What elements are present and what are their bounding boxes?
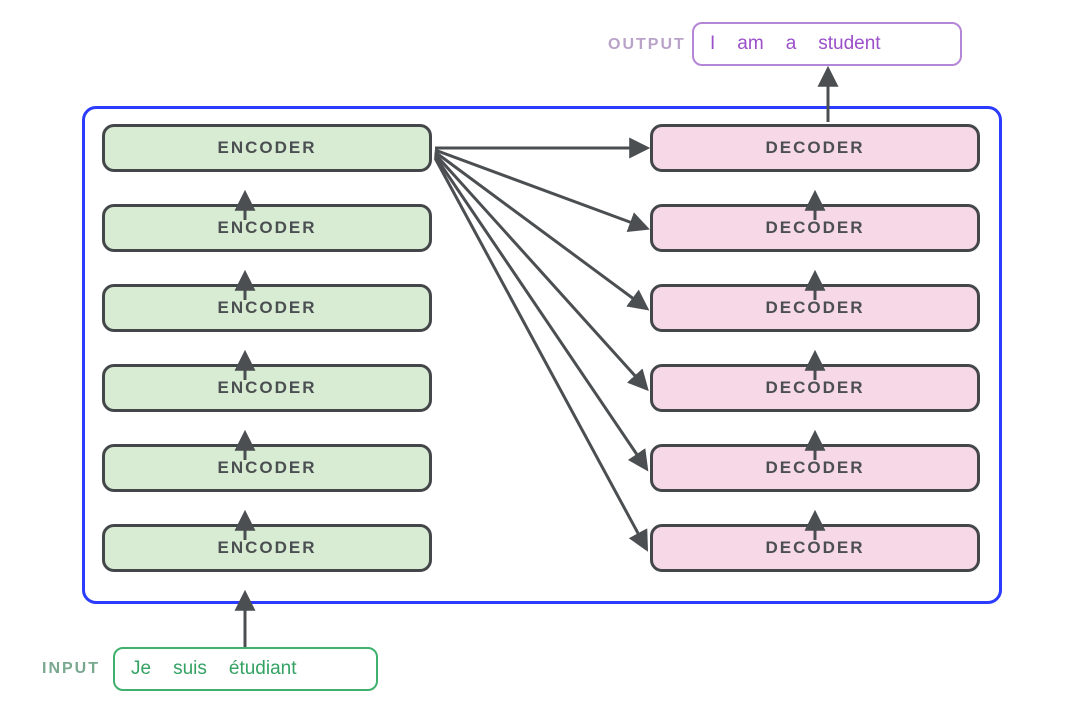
decoder-label: DECODER [765, 298, 864, 318]
decoder-block: DECODER [650, 444, 980, 492]
output-box: I am a student [692, 22, 962, 66]
encoder-label: ENCODER [217, 378, 316, 398]
decoder-label: DECODER [765, 458, 864, 478]
decoder-block: DECODER [650, 204, 980, 252]
input-label: INPUT [42, 660, 100, 678]
encoder-label: ENCODER [217, 458, 316, 478]
decoder-label: DECODER [765, 538, 864, 558]
decoder-block: DECODER [650, 124, 980, 172]
encoder-block: ENCODER [102, 444, 432, 492]
encoder-label: ENCODER [217, 538, 316, 558]
encoder-label: ENCODER [217, 138, 316, 158]
output-token: a [786, 33, 797, 55]
decoder-block: DECODER [650, 284, 980, 332]
output-token: am [737, 33, 763, 55]
decoder-label: DECODER [765, 378, 864, 398]
input-token: étudiant [229, 658, 297, 680]
decoder-label: DECODER [765, 138, 864, 158]
encoder-block: ENCODER [102, 204, 432, 252]
transformer-diagram: OUTPUT I am a student ENCODER ENCODER EN… [0, 0, 1080, 703]
decoder-stack: DECODER DECODER DECODER DECODER DECODER … [650, 124, 980, 572]
encoder-block: ENCODER [102, 284, 432, 332]
encoder-block: ENCODER [102, 364, 432, 412]
decoder-label: DECODER [765, 218, 864, 238]
output-token: I [710, 33, 715, 55]
decoder-block: DECODER [650, 524, 980, 572]
encoder-block: ENCODER [102, 124, 432, 172]
input-token: suis [173, 658, 207, 680]
encoder-label: ENCODER [217, 218, 316, 238]
encoder-block: ENCODER [102, 524, 432, 572]
output-token: student [818, 33, 880, 55]
encoder-stack: ENCODER ENCODER ENCODER ENCODER ENCODER … [102, 124, 432, 572]
encoder-label: ENCODER [217, 298, 316, 318]
input-token: Je [131, 658, 151, 680]
output-label: OUTPUT [608, 36, 686, 54]
input-box: Je suis étudiant [113, 647, 378, 691]
decoder-block: DECODER [650, 364, 980, 412]
